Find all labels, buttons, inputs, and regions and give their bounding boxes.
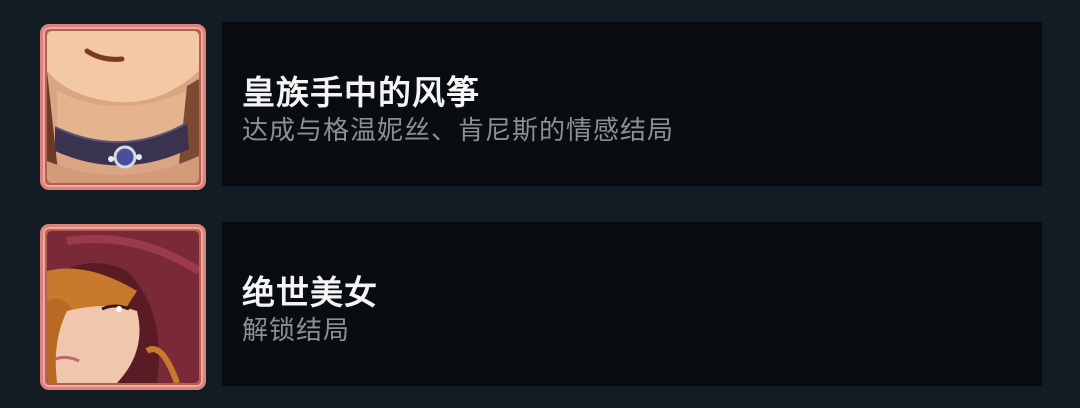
achievement-panel: 绝世美女 解锁结局 (222, 222, 1042, 386)
portrait-hooded-woman-icon (40, 224, 206, 390)
portrait-choker-icon (40, 24, 206, 190)
achievement-panel: 皇族手中的风筝 达成与格温妮丝、肯尼斯的情感结局 (222, 22, 1042, 186)
achievement-description: 达成与格温妮丝、肯尼斯的情感结局 (242, 116, 675, 146)
achievement-item[interactable]: 皇族手中的风筝 达成与格温妮丝、肯尼斯的情感结局 (0, 18, 1080, 190)
achievement-description: 解锁结局 (242, 316, 351, 346)
achievement-item[interactable]: 绝世美女 解锁结局 (0, 218, 1080, 390)
achievement-title: 绝世美女 (242, 273, 378, 312)
achievement-title: 皇族手中的风筝 (242, 73, 480, 112)
